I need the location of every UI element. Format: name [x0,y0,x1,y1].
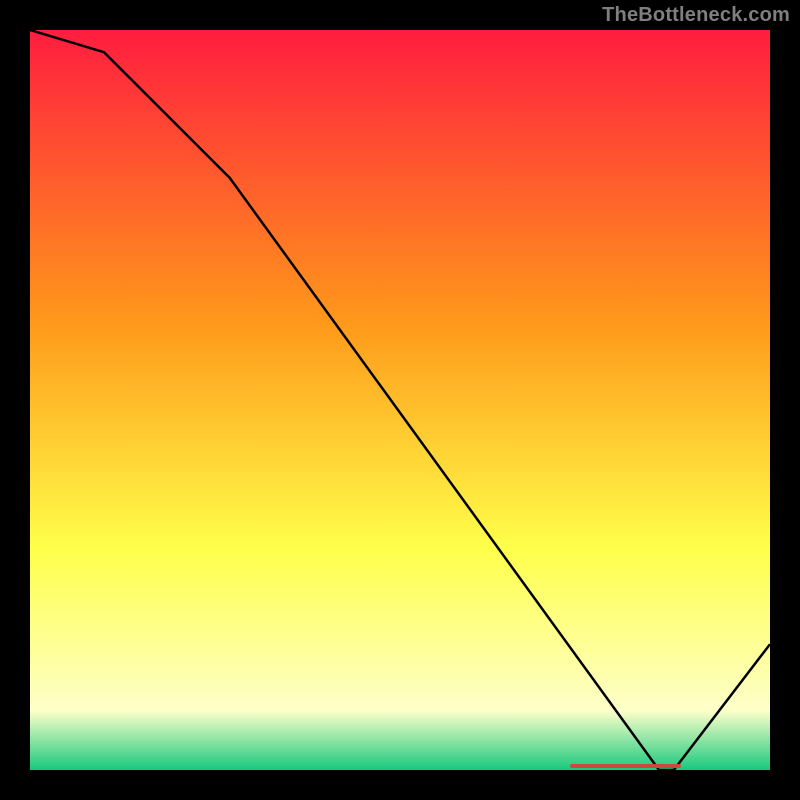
chart-frame: TheBottleneck.com [0,0,800,800]
plot-area [30,30,770,770]
watermark-text: TheBottleneck.com [602,4,790,27]
gradient-background [30,30,770,770]
highlight-marker [570,764,681,768]
